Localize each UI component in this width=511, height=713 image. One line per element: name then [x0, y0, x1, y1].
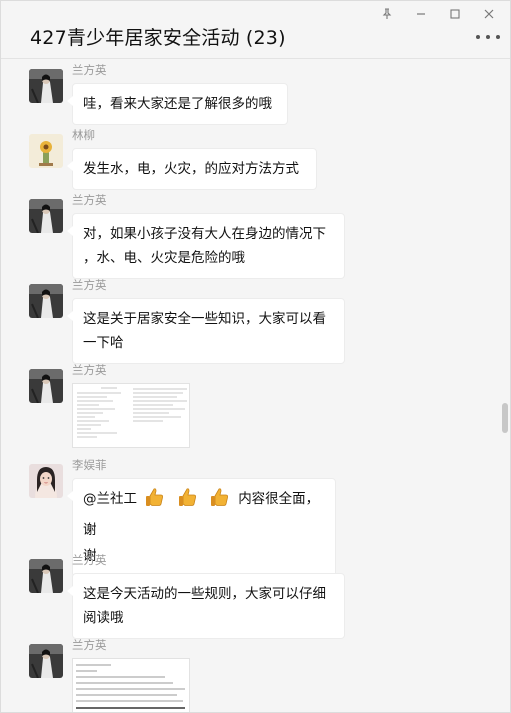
pin-icon[interactable] [370, 5, 404, 23]
avatar[interactable] [29, 369, 63, 403]
more-options-button[interactable] [476, 29, 500, 45]
image-message[interactable] [72, 383, 190, 448]
message-text-line: 阅读哦 [83, 610, 124, 626]
thumbs-up-icon [144, 486, 166, 517]
avatar[interactable] [29, 644, 63, 678]
more-dot [496, 35, 500, 39]
message-text: 发生水，电，火灾，的应对方法方式 [83, 161, 299, 177]
message-text-line: 这是今天活动的一些规则，大家可以仔细 [83, 586, 326, 602]
message-text: 哇，看来大家还是了解很多的哦 [83, 96, 272, 112]
sender-name: 兰方英 [72, 193, 107, 207]
message-text-line: 一下哈 [83, 335, 124, 351]
avatar[interactable] [29, 559, 63, 593]
scrollbar-thumb[interactable] [502, 403, 508, 433]
sender-name: 兰方英 [72, 63, 107, 77]
mention-link[interactable]: @兰社工 [83, 491, 137, 507]
more-dot [486, 35, 490, 39]
maximize-icon[interactable] [438, 5, 472, 23]
more-dot [476, 35, 480, 39]
avatar[interactable] [29, 284, 63, 318]
chat-title: 427青少年居家安全活动 (23) [30, 27, 286, 49]
minimize-icon[interactable] [404, 5, 438, 23]
message-text-line: @兰社工 内容很全面，谢 [83, 486, 325, 543]
thumbs-up-icon [177, 486, 199, 517]
sender-name: 兰方英 [72, 278, 107, 292]
message-bubble[interactable]: @兰社工 内容很全面，谢 谢 [67, 478, 336, 577]
sender-name: 兰方英 [72, 638, 107, 652]
message-text-line: 这是关于居家安全一些知识，大家可以看 [83, 311, 326, 327]
message-text-line: 谢 [83, 548, 97, 564]
avatar[interactable] [29, 69, 63, 103]
sender-name: 李娱菲 [72, 458, 107, 472]
image-message[interactable] [72, 658, 190, 712]
sender-name: 兰方英 [72, 363, 107, 377]
message-bubble[interactable]: 这是今天活动的一些规则，大家可以仔细 阅读哦 [67, 573, 345, 639]
avatar[interactable] [29, 464, 63, 498]
message-bubble[interactable]: 发生水，电，火灾，的应对方法方式 [67, 148, 317, 190]
message-bubble[interactable]: 哇，看来大家还是了解很多的哦 [67, 83, 288, 125]
title-bar: 427青少年居家安全活动 (23) [1, 1, 510, 59]
thumbs-up-icon [209, 486, 231, 517]
close-icon[interactable] [472, 5, 506, 23]
sender-name: 林柳 [72, 128, 95, 142]
sender-name: 兰方英 [72, 553, 107, 567]
chat-window: 427青少年居家安全活动 (23) 兰方英 哇，看来大家还是了解很多的哦 林柳 … [0, 0, 511, 713]
message-text-line: ，水、电、火灾是危险的哦 [83, 250, 245, 266]
message-list[interactable]: 兰方英 哇，看来大家还是了解很多的哦 林柳 发生水，电，火灾，的应对方法方式 兰… [1, 60, 498, 712]
window-controls [370, 5, 506, 23]
message-bubble[interactable]: 对，如果小孩子没有大人在身边的情况下 ，水、电、火灾是危险的哦 [67, 213, 345, 279]
avatar[interactable] [29, 134, 63, 168]
message-bubble[interactable]: 这是关于居家安全一些知识，大家可以看 一下哈 [67, 298, 345, 364]
avatar[interactable] [29, 199, 63, 233]
message-text-line: 对，如果小孩子没有大人在身边的情况下 [83, 226, 326, 242]
